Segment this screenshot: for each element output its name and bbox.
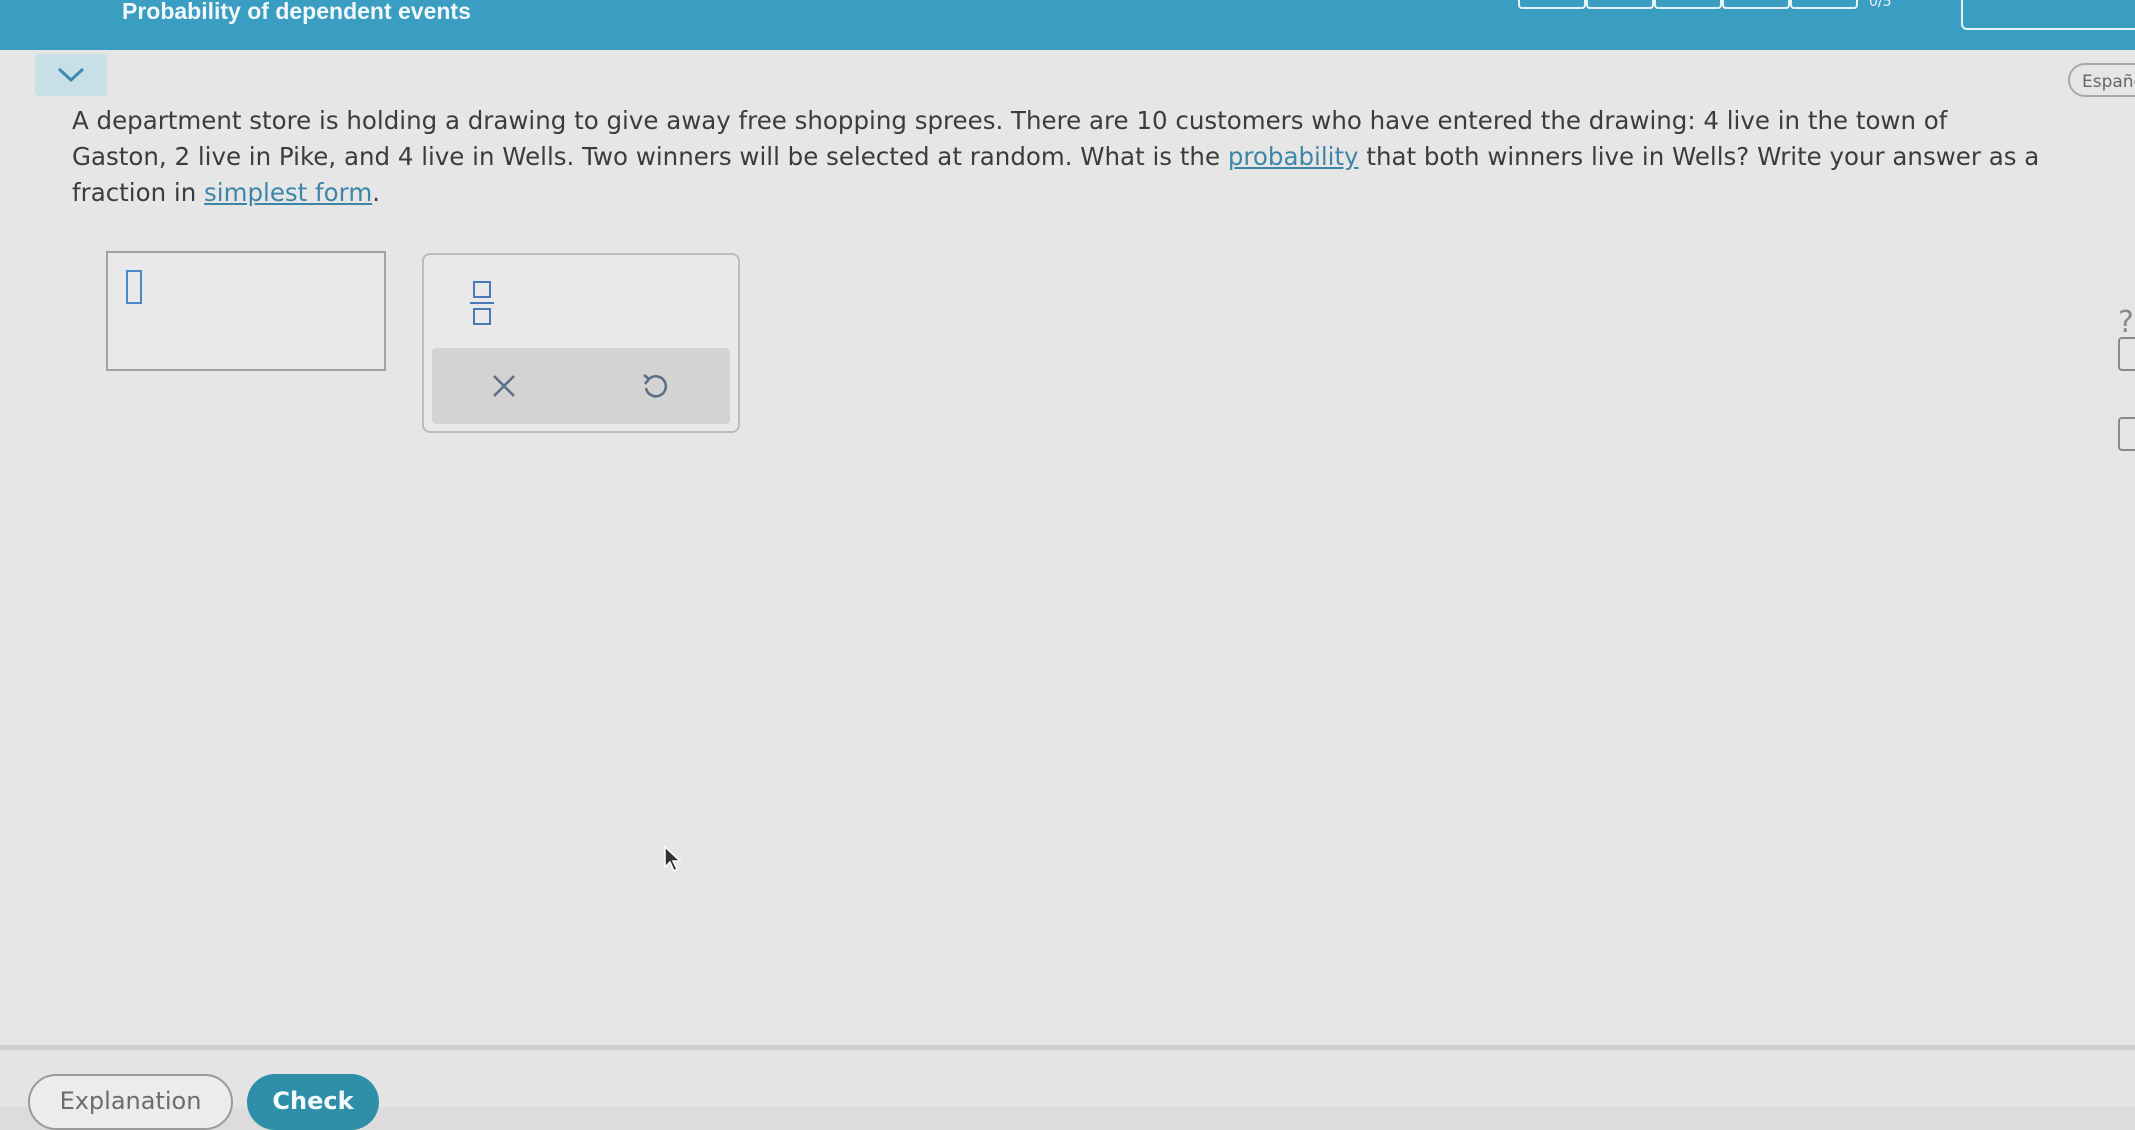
- math-keypad: [422, 253, 740, 433]
- keypad-actions: [432, 348, 730, 424]
- footer-bar: Explanation Check: [0, 1045, 2135, 1130]
- top-bar: Probability of dependent events 0/5: [0, 0, 2135, 50]
- undo-button[interactable]: [622, 358, 686, 414]
- mouse-pointer-icon: [664, 845, 682, 873]
- progress-segment: [1790, 0, 1858, 9]
- progress-segment: [1518, 0, 1586, 9]
- progress-segment: [1722, 0, 1790, 9]
- probability-link[interactable]: probability: [1228, 142, 1359, 171]
- explanation-button[interactable]: Explanation: [28, 1074, 233, 1130]
- undo-icon: [643, 374, 668, 398]
- user-menu-button[interactable]: [1961, 0, 2135, 30]
- input-placeholder-box: [126, 270, 142, 304]
- clear-button[interactable]: [472, 358, 536, 414]
- x-icon: [493, 375, 515, 397]
- topic-title: Probability of dependent events: [122, 0, 471, 24]
- calculator-icon[interactable]: [2118, 337, 2135, 371]
- reference-icon[interactable]: [2118, 417, 2135, 451]
- progress-segment: [1586, 0, 1654, 9]
- language-toggle-button[interactable]: Español: [2068, 63, 2135, 97]
- simplest-form-link[interactable]: simplest form: [204, 178, 372, 207]
- answer-input[interactable]: [106, 251, 386, 371]
- chevron-down-icon: [57, 67, 85, 83]
- question-text-part: .: [372, 178, 380, 207]
- progress-segment: [1654, 0, 1722, 9]
- main-content: Español A department store is holding a …: [0, 50, 2135, 1045]
- fraction-button[interactable]: [464, 275, 500, 331]
- fraction-template-icon: [470, 281, 494, 325]
- check-button[interactable]: Check: [247, 1074, 379, 1130]
- progress-score: 0/5: [1869, 0, 1892, 10]
- question-text: A department store is holding a drawing …: [72, 103, 2042, 211]
- collapse-button[interactable]: [35, 54, 107, 96]
